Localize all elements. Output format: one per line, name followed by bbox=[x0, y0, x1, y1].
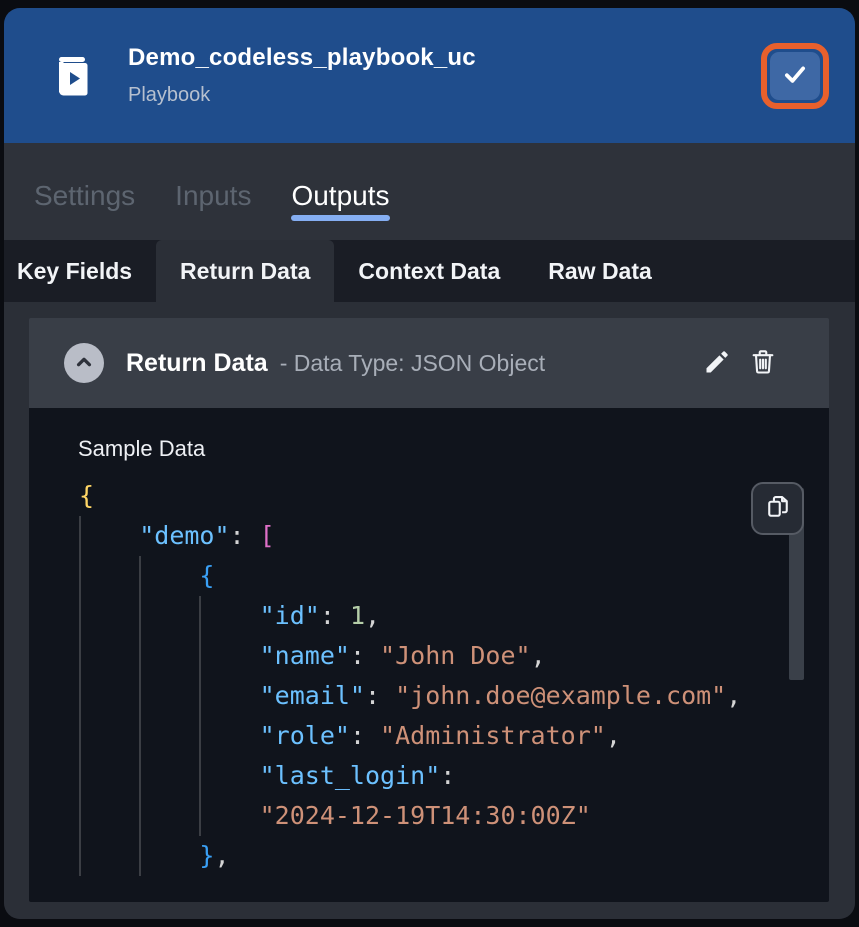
code-line: "role": "Administrator", bbox=[79, 716, 829, 756]
outputs-content: Return Data - Data Type: JSON Object bbox=[4, 302, 855, 919]
indent-guide bbox=[199, 596, 201, 836]
indent-guide bbox=[79, 516, 81, 876]
tab-label: Outputs bbox=[291, 180, 389, 212]
subtab-key-fields[interactable]: Key Fields bbox=[4, 240, 156, 302]
code-line: "name": "John Doe", bbox=[79, 636, 829, 676]
dialog-title-block: Demo_codeless_playbook_uc Playbook bbox=[128, 44, 761, 107]
copy-icon bbox=[764, 493, 792, 524]
code-line: "2024-12-19T14:30:00Z" bbox=[79, 796, 829, 836]
subtab-return-data[interactable]: Return Data bbox=[156, 240, 334, 302]
confirm-button[interactable] bbox=[770, 52, 820, 100]
return-data-card-header: Return Data - Data Type: JSON Object bbox=[29, 318, 829, 408]
chevron-up-icon bbox=[71, 349, 97, 378]
code-line: "last_login": bbox=[79, 756, 829, 796]
delete-button[interactable] bbox=[747, 347, 779, 379]
code-line: "id": 1, bbox=[79, 596, 829, 636]
code-lines: { "demo": [ { "id": 1, "name": "John Doe… bbox=[29, 476, 829, 876]
active-tab-underline bbox=[291, 215, 389, 221]
check-icon bbox=[780, 59, 810, 92]
code-line: "email": "john.doe@example.com", bbox=[79, 676, 829, 716]
playbook-icon bbox=[56, 56, 92, 96]
code-line: "demo": [ bbox=[79, 516, 829, 556]
dialog-title: Demo_codeless_playbook_uc bbox=[128, 44, 761, 72]
pencil-icon bbox=[703, 348, 731, 379]
code-line: { bbox=[79, 476, 829, 516]
copy-button[interactable] bbox=[751, 482, 804, 535]
dialog-header: Demo_codeless_playbook_uc Playbook bbox=[4, 8, 855, 143]
subtab-bar: Key FieldsReturn DataContext DataRaw Dat… bbox=[4, 240, 855, 302]
card-data-type: - Data Type: JSON Object bbox=[280, 350, 701, 377]
code-line: { bbox=[79, 556, 829, 596]
card-title: Return Data bbox=[126, 349, 268, 378]
annotation-highlight-ring bbox=[761, 43, 829, 109]
tab-inputs[interactable]: Inputs bbox=[175, 143, 251, 240]
tab-outputs[interactable]: Outputs bbox=[291, 143, 389, 240]
playbook-dialog: Demo_codeless_playbook_uc Playbook Setti… bbox=[4, 8, 855, 919]
code-line: }, bbox=[79, 836, 829, 876]
edit-button[interactable] bbox=[701, 347, 733, 379]
tab-settings[interactable]: Settings bbox=[34, 143, 135, 240]
indent-guide bbox=[139, 556, 141, 876]
collapse-button[interactable] bbox=[64, 343, 104, 383]
subtab-context-data[interactable]: Context Data bbox=[334, 240, 524, 302]
sample-data-label: Sample Data bbox=[78, 434, 829, 464]
tab-label: Settings bbox=[34, 180, 135, 212]
subtab-raw-data[interactable]: Raw Data bbox=[524, 240, 676, 302]
tab-bar: Settings Inputs Outputs bbox=[4, 143, 855, 240]
dialog-subtitle: Playbook bbox=[128, 84, 761, 107]
trash-icon bbox=[749, 348, 777, 379]
return-data-card: Return Data - Data Type: JSON Object bbox=[29, 318, 829, 902]
sample-data-editor: Sample Data { "demo": [ { "id": 1, "name… bbox=[29, 408, 829, 902]
tab-label: Inputs bbox=[175, 180, 251, 212]
